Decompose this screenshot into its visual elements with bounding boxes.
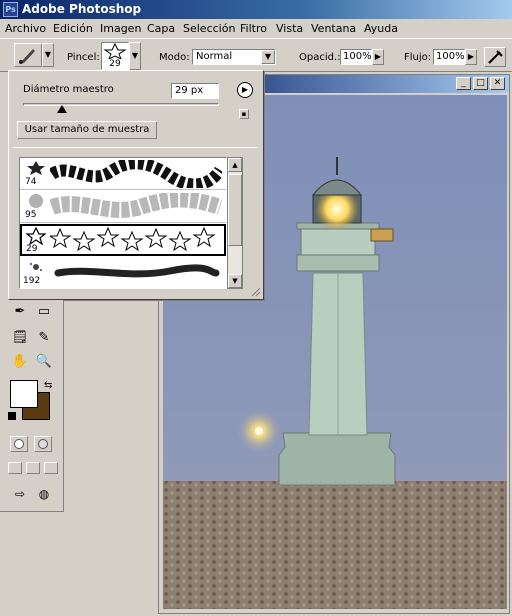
mode-value: Normal — [196, 51, 233, 62]
brush-size-label: 29 — [26, 244, 38, 254]
brush-picker-arrow[interactable]: ▼ — [129, 42, 141, 70]
leaf-brush-icon — [27, 161, 45, 175]
tool-options-bar: ▼ Pincel: 29 ▼ Modo: Normal ▼ Opacid.: 1… — [0, 38, 512, 72]
menu-capa[interactable]: Capa — [147, 22, 175, 35]
minimize-button[interactable]: _ — [456, 77, 471, 90]
maximize-button[interactable]: □ — [473, 77, 488, 90]
menu-archivo[interactable]: Archivo — [5, 22, 46, 35]
mode-select[interactable]: Normal ▼ — [192, 49, 276, 65]
tool-preset-dropdown-arrow[interactable]: ▼ — [42, 43, 54, 67]
quick-mask-mode-button[interactable] — [34, 436, 52, 452]
close-button[interactable]: ✕ — [490, 77, 505, 90]
photoshop-logo-icon: Ps — [3, 2, 18, 17]
app-title-bar: Ps Adobe Photoshop — [0, 0, 512, 19]
opacity-field[interactable]: 100% — [340, 49, 372, 65]
rectangle-tool-icon[interactable]: ▭ — [34, 302, 54, 322]
master-diameter-field[interactable]: 29 px — [171, 83, 219, 99]
menu-ayuda[interactable]: Ayuda — [364, 22, 398, 35]
flow-value: 100% — [436, 51, 465, 62]
mode-label: Modo: — [159, 52, 190, 63]
scroll-thumb[interactable] — [228, 174, 242, 246]
spatter-brush-icon — [30, 263, 42, 271]
panel-menu-arrow-icon[interactable]: ▶ — [237, 82, 253, 98]
menu-filtro[interactable]: Filtro — [240, 22, 267, 35]
master-diameter-label: Diámetro maestro — [23, 84, 114, 95]
brush-size-value: 29 — [109, 59, 121, 69]
resize-corner-icon[interactable]: ▪ — [239, 109, 249, 119]
brush-size-label: 192 — [23, 276, 41, 286]
brush-list: 74 95 29 192 — [19, 157, 227, 289]
brush-preset-74[interactable]: 74 — [20, 158, 226, 190]
scroll-up-arrow[interactable]: ▲ — [228, 158, 242, 172]
brush-picker-panel: Diámetro maestro 29 px ▶ ▪ Usar tamaño d… — [8, 70, 264, 300]
star-icon — [103, 43, 127, 59]
brush-list-scrollbar[interactable]: ▲ ▼ — [227, 157, 243, 289]
imageready-globe-icon[interactable]: ◍ — [34, 484, 54, 504]
soft-leaf-brush-icon — [29, 194, 43, 208]
pen-tool-icon[interactable]: ✒ — [10, 302, 30, 322]
full-screen-mode-button[interactable] — [44, 462, 58, 474]
menu-vista[interactable]: Vista — [276, 22, 303, 35]
brush-tool-icon — [19, 49, 35, 64]
swap-colors-icon[interactable]: ⇆ — [44, 380, 52, 391]
flow-label: Flujo: — [404, 52, 432, 63]
menu-edicion[interactable]: Edición — [53, 22, 93, 35]
diameter-slider-thumb[interactable] — [57, 105, 68, 113]
standard-mode-button[interactable] — [10, 436, 28, 452]
flow-field[interactable]: 100% — [433, 49, 465, 65]
menu-imagen[interactable]: Imagen — [100, 22, 141, 35]
mode-dropdown-arrow[interactable]: ▼ — [261, 50, 275, 64]
brush-size-label: 74 — [25, 177, 37, 187]
airbrush-icon — [488, 50, 503, 64]
toolbox: ✒ ▭ 🗒 ✎ ✋ 🔍 ⇆ ⇨ ◍ — [0, 300, 64, 512]
brush-size-label: 95 — [25, 210, 37, 220]
notes-tool-icon[interactable]: 🗒 — [10, 328, 30, 348]
menu-seleccion[interactable]: Selección — [183, 22, 235, 35]
brush-preset-192[interactable]: 192 — [20, 257, 226, 288]
spatter-stroke-preview — [54, 264, 220, 278]
star-brush-icon — [26, 227, 46, 245]
standard-screen-mode-button[interactable] — [8, 462, 22, 474]
soft-stroke-preview — [50, 193, 222, 218]
use-sample-size-button[interactable]: Usar tamaño de muestra — [17, 121, 157, 139]
brush-preset-29-selected[interactable]: 29 — [20, 224, 226, 256]
leaf-stroke-preview — [50, 160, 222, 188]
zoom-tool-icon[interactable]: 🔍 — [34, 352, 54, 372]
tool-preset-button[interactable] — [14, 43, 42, 67]
full-screen-menu-mode-button[interactable] — [26, 462, 40, 474]
jump-to-imageready-icon[interactable]: ⇨ — [10, 484, 30, 504]
opacity-value: 100% — [343, 51, 372, 62]
star-stroke-preview — [50, 226, 216, 252]
opacity-label: Opacid.: — [299, 52, 341, 63]
default-colors-icon[interactable] — [8, 412, 16, 420]
master-diameter-value: 29 px — [175, 85, 204, 96]
panel-resize-grip-icon[interactable] — [251, 287, 261, 297]
brush-preset-95[interactable]: 95 — [20, 191, 226, 223]
flow-slider-arrow[interactable]: ▶ — [465, 49, 477, 65]
panel-divider — [13, 147, 257, 148]
menu-ventana[interactable]: Ventana — [311, 22, 356, 35]
diameter-slider-track[interactable] — [23, 103, 219, 106]
menu-bar: Archivo Edición Imagen Capa Selección Fi… — [0, 19, 512, 38]
opacity-slider-arrow[interactable]: ▶ — [372, 49, 384, 65]
foreground-color-swatch[interactable] — [10, 380, 38, 408]
scroll-down-arrow[interactable]: ▼ — [228, 274, 242, 288]
hand-tool-icon[interactable]: ✋ — [10, 352, 30, 372]
brush-label: Pincel: — [67, 52, 100, 63]
airbrush-button[interactable] — [484, 47, 506, 67]
brush-picker[interactable]: 29 — [101, 42, 129, 70]
app-title: Adobe Photoshop — [22, 2, 142, 16]
eyedropper-tool-icon[interactable]: ✎ — [34, 328, 54, 348]
